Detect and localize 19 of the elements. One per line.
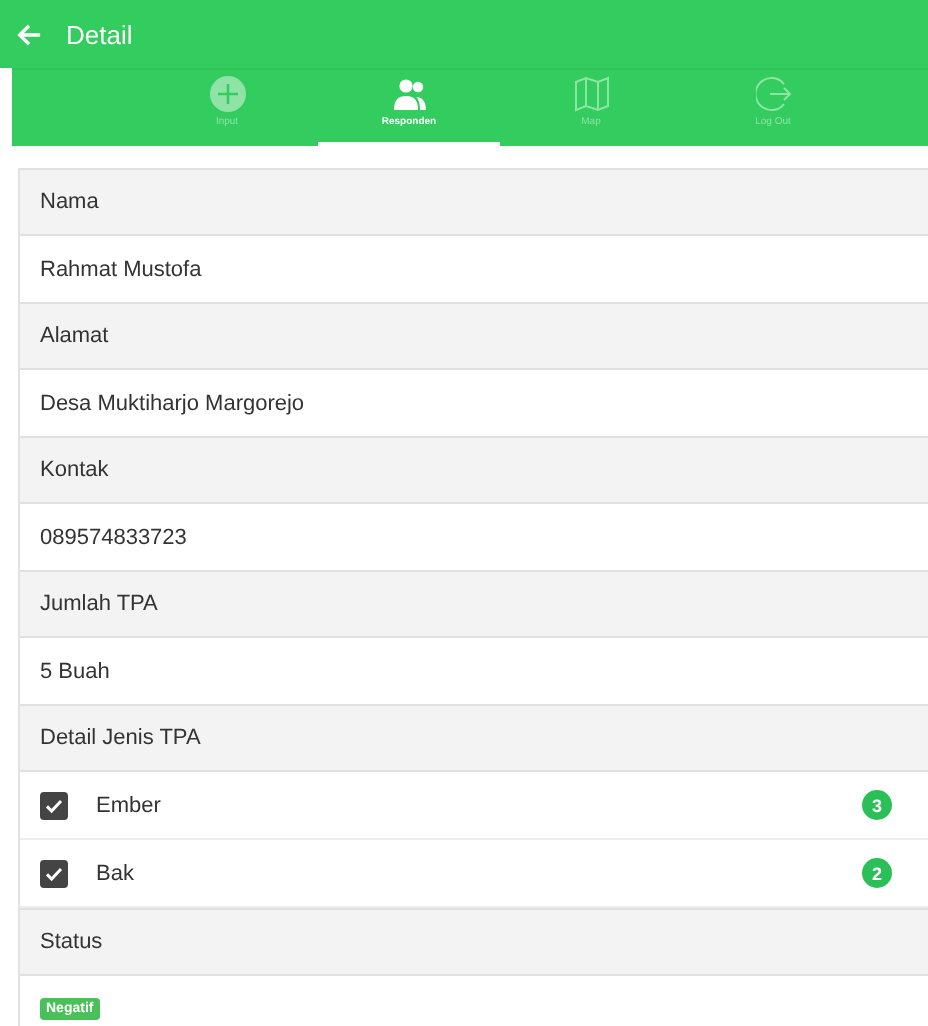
section-header: Nama: [20, 168, 928, 236]
section-header: Jumlah TPA: [20, 570, 928, 638]
checkbox[interactable]: [40, 791, 68, 819]
item-label: Ember: [96, 793, 163, 817]
count-badge: 3: [862, 790, 892, 820]
check-icon: [44, 863, 64, 883]
section-header: Detail Jenis TPA: [20, 704, 928, 772]
item-label: Bak: [96, 861, 136, 885]
page-title: Detail: [66, 19, 133, 49]
plus-circle-icon: [209, 76, 245, 112]
people-icon: [391, 76, 427, 112]
logout-icon: [755, 76, 791, 112]
section-header: Status: [20, 908, 928, 976]
section-header: Kontak: [20, 436, 928, 504]
section-header: Alamat: [20, 302, 928, 370]
check-icon: [44, 795, 64, 815]
count-badge: 2: [862, 858, 892, 888]
map-icon: [573, 76, 609, 112]
checkbox[interactable]: [40, 859, 68, 887]
